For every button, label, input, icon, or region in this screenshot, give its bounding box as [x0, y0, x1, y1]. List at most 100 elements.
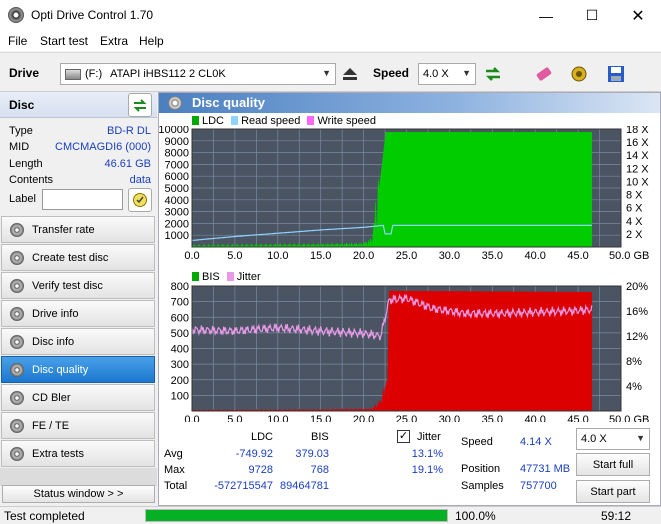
jitter-checkbox[interactable]: ✓	[397, 430, 410, 443]
x-tick-label: 25.0	[396, 250, 417, 261]
nav-transfer-rate[interactable]: Transfer rate	[1, 216, 155, 243]
menu-extra[interactable]: Extra	[100, 34, 128, 48]
eject-icon	[343, 68, 357, 80]
avg-bis: 379.03	[295, 448, 329, 460]
samples-label: Samples	[461, 480, 504, 492]
x-tick-label: 10.0	[267, 414, 288, 422]
options-button[interactable]	[567, 62, 591, 86]
bis-swatch	[192, 272, 199, 281]
nav-label: Drive info	[32, 307, 79, 320]
nav-verify-test-disc[interactable]: Verify test disc	[1, 272, 155, 299]
bis-header: BIS	[311, 431, 329, 443]
y-right-tick-label: 8%	[626, 356, 642, 368]
gear-icon	[571, 66, 587, 82]
menu-help[interactable]: Help	[139, 34, 164, 48]
refresh-speed-button[interactable]	[481, 62, 505, 86]
avg-label: Avg	[164, 448, 183, 460]
progress-fill	[146, 510, 447, 521]
nav-label: Extra tests	[32, 447, 84, 460]
eraser-icon	[536, 67, 552, 81]
nav-label: Create test disc	[32, 251, 109, 264]
disc-icon	[10, 334, 24, 349]
progress-label: 100.0%	[455, 509, 496, 523]
test-speed-select[interactable]: 4.0 X ▼	[576, 428, 650, 450]
y-right-tick-label: 16%	[626, 306, 648, 318]
x-tick-label: 30.0	[439, 414, 460, 422]
disc-label-apply-button[interactable]	[128, 188, 152, 212]
max-label: Max	[164, 464, 185, 476]
jitter-header: Jitter	[417, 431, 441, 443]
status-window-button[interactable]: Status window > >	[2, 485, 155, 503]
drive-name: ATAPI iHBS112 2 CL0K	[110, 68, 226, 80]
speed-stat-label: Speed	[461, 436, 493, 448]
disc-quality-panel: Disc quality LDC Read speed Write speed …	[158, 92, 661, 506]
y-right-tick-label: 6 X	[626, 203, 643, 215]
nav-label: CD Bler	[32, 391, 71, 404]
y-left-tick-label: 7000	[165, 159, 189, 171]
disc-icon	[168, 96, 182, 110]
x-tick-label: 0.0	[184, 414, 199, 422]
nav-cd-bler[interactable]: CD Bler	[1, 384, 155, 411]
y-left-tick-label: 6000	[165, 171, 189, 183]
y-left-tick-label: 800	[171, 282, 189, 293]
disc-refresh-button[interactable]	[128, 93, 152, 117]
disc-icon	[10, 222, 24, 237]
nav-fe-te[interactable]: FE / TE	[1, 412, 155, 439]
x-tick-label: 0.0	[184, 250, 199, 261]
disc-section-header: Disc	[0, 92, 157, 118]
read-speed-swatch	[231, 116, 239, 125]
x-tick-label: 45.0	[567, 250, 588, 261]
menu-start-test[interactable]: Start test	[40, 34, 88, 48]
close-button[interactable]: ✕	[615, 0, 661, 31]
maximize-button[interactable]: ☐	[569, 0, 615, 31]
y-left-tick-label: 200	[171, 375, 189, 387]
start-full-button[interactable]: Start full	[576, 453, 650, 476]
y-left-tick-label: 600	[171, 312, 189, 324]
disc-quality-header: Disc quality	[159, 93, 660, 113]
x-tick-label: 20.0	[353, 414, 374, 422]
y-left-tick-label: 9000	[165, 136, 189, 148]
disc-icon	[10, 306, 24, 321]
refresh-arrows-icon	[485, 67, 501, 81]
drive-select[interactable]: (F:) ATAPI iHBS112 2 CL0K ▼	[60, 63, 336, 85]
disc-label-input[interactable]	[42, 189, 123, 210]
left-panel: Disc Type BD-R DL MID CMCMAGDI6 (000) Le…	[0, 92, 157, 506]
nav-disc-quality[interactable]: Disc quality	[1, 356, 155, 383]
nav-label: Disc quality	[32, 363, 89, 376]
y-left-tick-label: 10000	[159, 126, 189, 136]
disc-contents-label: Contents	[9, 174, 54, 186]
window-title: Opti Drive Control 1.70	[31, 8, 154, 22]
menu-bar: File Start test Extra Help	[0, 31, 661, 51]
save-button[interactable]	[604, 62, 628, 86]
y-left-tick-label: 3000	[165, 207, 189, 219]
x-tick-label: 45.0	[567, 414, 588, 422]
nav-drive-info[interactable]: Drive info	[1, 300, 155, 327]
minimize-button[interactable]: —	[523, 0, 569, 31]
position-label: Position	[461, 463, 501, 475]
total-label: Total	[164, 480, 188, 492]
erase-button[interactable]	[532, 62, 556, 86]
total-ldc: -572715547	[214, 480, 273, 492]
menu-file[interactable]: File	[8, 34, 27, 48]
nav-extra-tests[interactable]: Extra tests	[1, 440, 155, 467]
x-tick-label: 40.0	[524, 414, 545, 422]
refresh-arrows-icon	[133, 99, 147, 112]
x-tick-label: 15.0	[310, 250, 331, 261]
disc-icon	[10, 418, 24, 433]
x-tick-label: 35.0	[482, 414, 503, 422]
disc-label-label: Label	[9, 193, 36, 205]
y-right-tick-label: 4%	[626, 381, 642, 393]
nav-create-test-disc[interactable]: Create test disc	[1, 244, 155, 271]
nav-disc-info[interactable]: Disc info	[1, 328, 155, 355]
max-ldc: 9728	[248, 464, 273, 476]
eject-button[interactable]	[338, 62, 362, 86]
disc-header-label: Disc	[9, 98, 35, 112]
speed-select[interactable]: 4.0 X ▼	[418, 63, 476, 85]
y-left-tick-label: 8000	[165, 148, 189, 160]
disc-icon	[10, 250, 24, 265]
disc-icon	[10, 362, 24, 377]
y-left-tick-label: 300	[171, 359, 189, 371]
y-right-tick-label: 12 X	[626, 163, 649, 175]
jitter-swatch	[226, 272, 234, 281]
start-part-button[interactable]: Start part	[576, 480, 650, 503]
